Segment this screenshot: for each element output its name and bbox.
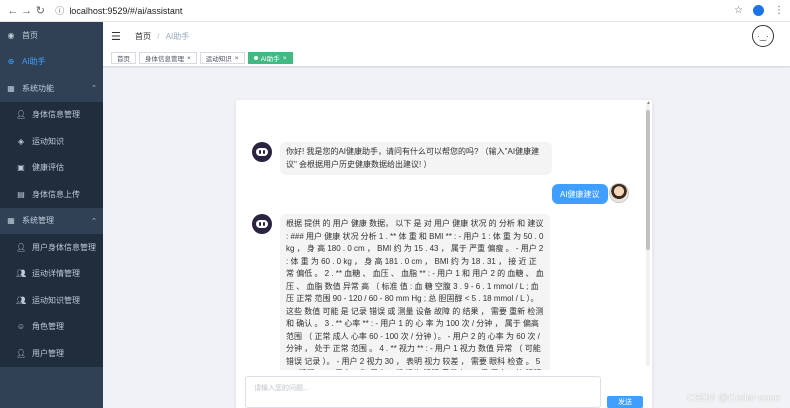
bookmark-star-icon[interactable]: ☆ [734, 5, 743, 16]
input-placeholder: 请输入您的问题... [254, 385, 309, 392]
url-text: localhost:9529/#/ai/assistant [69, 5, 183, 16]
breadcrumb-home[interactable]: 首页 [135, 32, 151, 41]
sidebar-item-label: 运动知识管理 [32, 295, 80, 305]
hamburger-menu-icon[interactable]: ☰ [111, 30, 125, 43]
user-message: AI健康建议 [552, 184, 608, 204]
sidebar-item-label: 角色管理 [32, 322, 64, 332]
tags-view: 首页 身体信息管理 × 运动知识 × AI助手 × [103, 50, 790, 67]
close-icon[interactable]: × [187, 55, 191, 62]
scrollbar-thumb[interactable] [646, 110, 650, 250]
bot-message: 你好! 我是您的AI健康助手，请问有什么可以帮您的吗? （输入"AI健康建议" … [280, 142, 552, 175]
chevron-up-icon: ⌃ [91, 217, 97, 225]
sidebar-item-user-body-info-manage[interactable]: 👤︎ 用户身体信息管理 [0, 234, 103, 261]
sidebar-item-exercise-detail-manage[interactable]: 👥︎ 运动详情管理 [0, 260, 103, 287]
sidebar-item-label: 用户管理 [32, 348, 64, 358]
tag-ai-assistant[interactable]: AI助手 × [247, 52, 293, 64]
users-icon: 👥︎ [16, 269, 27, 279]
location-icon: ◈ [17, 136, 25, 146]
tag-label: 运动知识 [205, 56, 232, 63]
chevron-up-icon: ⌃ [91, 85, 97, 93]
sidebar-item-role-manage[interactable]: ☺ 角色管理 [0, 313, 103, 340]
close-icon[interactable]: × [235, 55, 239, 62]
sidebar-item-body-info-upload[interactable]: ▤ 身体信息上传 [0, 181, 103, 208]
avatar-face-icon: ·‿· [757, 31, 769, 41]
back-icon[interactable]: ← [6, 5, 20, 17]
dashboard-icon: ◉ [7, 30, 15, 40]
sidebar-item-label: 健康评估 [32, 163, 64, 173]
role-icon: ☺ [16, 322, 26, 332]
chat-scrollbar[interactable]: ▲ [646, 100, 651, 366]
sidebar-item-ai-assistant[interactable]: ⊕ AI助手 [0, 49, 103, 76]
sidebar-item-home[interactable]: ◉ 首页 [0, 22, 103, 49]
sidebar-item-label: 首页 [22, 30, 38, 40]
sidebar-item-exercise-knowledge-manage[interactable]: 👥︎ 运动知识管理 [0, 287, 103, 314]
sidebar-item-label: 用户身体信息管理 [32, 242, 96, 252]
tag-label: 首页 [117, 56, 130, 63]
tag-label: AI助手 [260, 56, 280, 63]
forward-icon[interactable]: → [20, 5, 34, 17]
site-info-icon[interactable]: ⓘ [55, 4, 64, 17]
sidebar-item-label: 身体信息管理 [32, 110, 80, 120]
top-navbar: ☰ 首页 / AI助手 ·‿· [103, 22, 790, 50]
tag-exercise-knowledge[interactable]: 运动知识 × [199, 52, 245, 64]
avatar[interactable]: ·‿· [752, 25, 774, 47]
breadcrumb: 首页 / AI助手 [135, 31, 189, 42]
tag-home[interactable]: 首页 [111, 52, 136, 64]
sidebar-item-label: AI助手 [22, 57, 46, 67]
sidebar: ◉ 首页 ⊕ AI助手 ▦ 系统功能 ⌃ 👤︎ 身体信息管理 ◈ 运动知识 ▣ … [0, 22, 103, 408]
browser-toolbar: ← → ↻ ⓘ localhost:9529/#/ai/assistant ☆ … [0, 0, 790, 22]
question-input[interactable]: 请输入您的问题... [245, 376, 601, 408]
chat-messages[interactable]: 你好! 我是您的AI健康助手，请问有什么可以帮您的吗? （输入"AI健康建议" … [236, 100, 652, 370]
bot-message: 根据 提供 的 用户 健康 数据， 以下 是 对 用户 健康 状况 的 分析 和… [280, 214, 550, 370]
breadcrumb-current: AI助手 [165, 31, 190, 41]
sidebar-group-system-functions[interactable]: ▦ 系统功能 ⌃ [0, 75, 103, 102]
breadcrumb-separator: / [157, 31, 160, 41]
bot-avatar-icon [252, 214, 272, 234]
scroll-up-icon[interactable]: ▲ [646, 100, 651, 106]
watermark: CSDN @Coder-coco [687, 393, 780, 404]
sidebar-item-health-assessment[interactable]: ▣ 健康评估 [0, 154, 103, 181]
sidebar-item-label: 运动详情管理 [32, 269, 80, 279]
chat-panel: 你好! 我是您的AI健康助手，请问有什么可以帮您的吗? （输入"AI健康建议" … [236, 100, 652, 408]
user-icon: 👤︎ [16, 348, 27, 358]
profile-icon[interactable] [753, 5, 764, 16]
main-content: 你好! 我是您的AI健康助手，请问有什么可以帮您的吗? （输入"AI健康建议" … [103, 68, 790, 408]
reload-icon[interactable]: ↻ [34, 4, 48, 17]
close-icon[interactable]: × [283, 55, 287, 62]
user-avatar [609, 183, 629, 203]
tag-body-info-manage[interactable]: 身体信息管理 × [139, 52, 197, 64]
tag-label: 身体信息管理 [145, 56, 184, 63]
user-icon: 👤︎ [16, 242, 27, 252]
grid-icon: ▦ [7, 216, 15, 226]
address-bar[interactable]: ⓘ localhost:9529/#/ai/assistant [55, 3, 734, 19]
user-icon: 👤︎ [16, 110, 27, 120]
bot-avatar-icon [252, 142, 272, 162]
upload-icon: ▤ [17, 189, 25, 199]
sidebar-item-label: 系统功能 [22, 83, 54, 93]
active-dot-icon [253, 56, 258, 60]
sidebar-item-label: 身体信息上传 [32, 189, 80, 199]
sidebar-group-system-management[interactable]: ▦ 系统管理 ⌃ [0, 208, 103, 235]
sidebar-item-body-info-manage[interactable]: 👤︎ 身体信息管理 [0, 101, 103, 128]
plus-circle-icon: ⊕ [7, 57, 15, 67]
sidebar-item-user-manage[interactable]: 👤︎ 用户管理 [0, 340, 103, 367]
calendar-icon: ▣ [17, 163, 25, 173]
more-menu-icon[interactable]: ⋮ [774, 5, 784, 16]
sidebar-item-exercise-knowledge[interactable]: ◈ 运动知识 [0, 128, 103, 155]
users-icon: 👥︎ [16, 295, 27, 305]
grid-icon: ▦ [7, 83, 15, 93]
send-button[interactable]: 发送 [607, 396, 643, 408]
sidebar-item-label: 运动知识 [32, 136, 64, 146]
sidebar-item-label: 系统管理 [22, 216, 54, 226]
